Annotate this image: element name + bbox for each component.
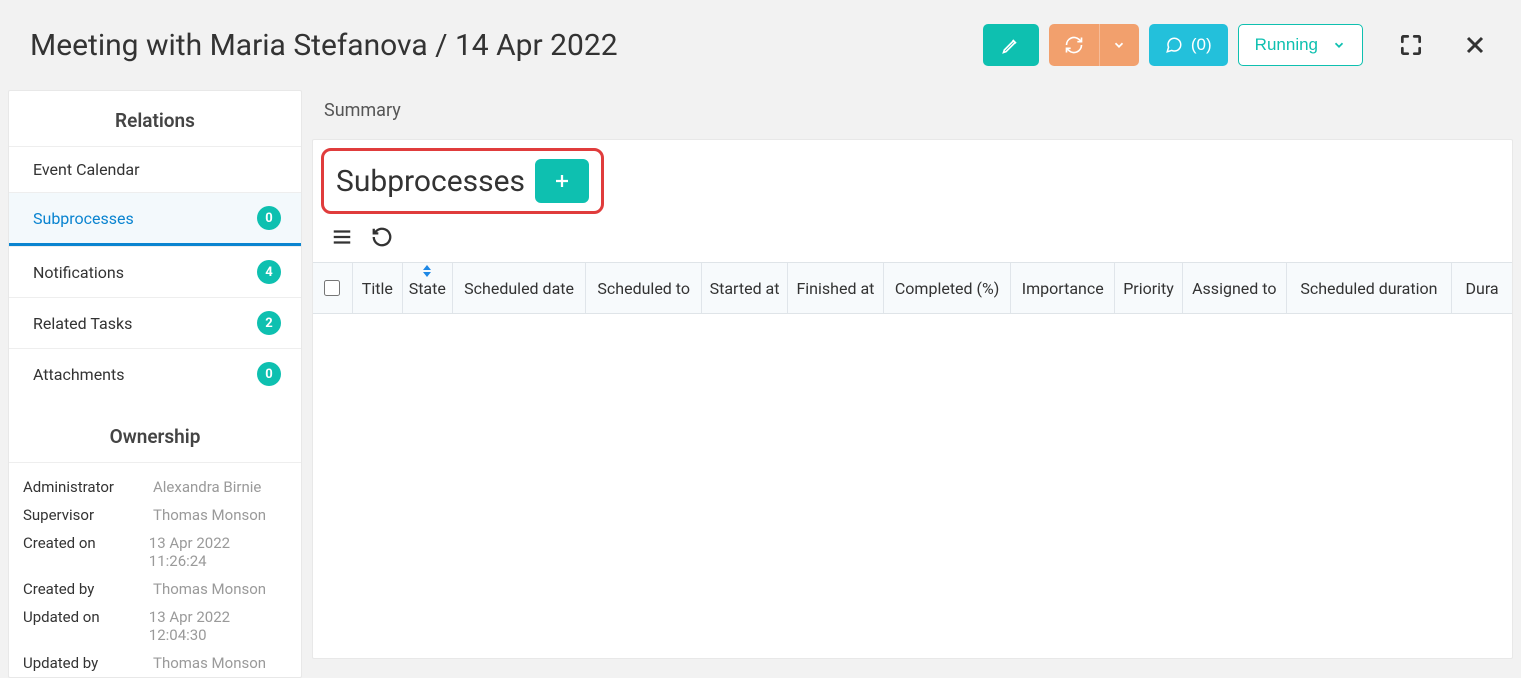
column-label: Finished at (796, 279, 874, 298)
ownership-value: Alexandra Birnie (153, 478, 261, 496)
column-header-started-at[interactable]: Started at (702, 263, 788, 313)
column-label: Scheduled duration (1300, 279, 1437, 298)
ownership-label: Updated on (23, 608, 149, 644)
column-header-importance[interactable]: Importance (1011, 263, 1115, 313)
ownership-row: Created by Thomas Monson (23, 575, 287, 603)
sidebar-item-label: Related Tasks (33, 314, 132, 333)
sidebar-item-notifications[interactable]: Notifications 4 (9, 246, 301, 297)
sort-indicator-icon (422, 265, 432, 277)
refresh-icon (371, 226, 393, 248)
fullscreen-button[interactable] (1395, 29, 1427, 61)
top-actions: (0) Running (983, 24, 1491, 66)
refresh-button[interactable] (371, 226, 393, 248)
column-header-scheduled-duration[interactable]: Scheduled duration (1287, 263, 1453, 313)
chevron-down-icon (1112, 38, 1126, 52)
grid-header: Title State Scheduled date Scheduled to … (313, 262, 1512, 314)
sidebar-item-related-tasks[interactable]: Related Tasks 2 (9, 297, 301, 348)
column-label: Dura (1466, 279, 1499, 298)
highlighted-section-header: Subprocesses (321, 148, 604, 214)
column-select-all[interactable] (313, 263, 353, 313)
ownership-value: Thomas Monson (153, 654, 266, 672)
ownership-value: Thomas Monson (153, 506, 266, 524)
grid-toolbar (313, 220, 1512, 262)
summary-label: Summary (312, 90, 1513, 139)
status-button[interactable]: Running (1238, 24, 1363, 66)
ownership-row: Updated by Thomas Monson (23, 649, 287, 677)
close-button[interactable] (1459, 29, 1491, 61)
sidebar-item-label: Subprocesses (33, 209, 134, 228)
subprocesses-card: Subprocesses (312, 139, 1513, 659)
workflow-button[interactable] (1049, 24, 1099, 66)
ownership-title: Ownership (9, 399, 301, 462)
column-header-scheduled-to[interactable]: Scheduled to (586, 263, 702, 313)
count-badge: 0 (257, 362, 281, 386)
sidebar-item-attachments[interactable]: Attachments 0 (9, 348, 301, 399)
ownership-label: Updated by (23, 654, 153, 672)
comments-count: (0) (1191, 35, 1212, 55)
column-label: Assigned to (1192, 279, 1276, 298)
ownership-label: Administrator (23, 478, 153, 496)
top-bar: Meeting with Maria Stefanova / 14 Apr 20… (0, 0, 1521, 90)
ownership-label: Supervisor (23, 506, 153, 524)
sidebar-item-label: Notifications (33, 263, 124, 282)
column-header-priority[interactable]: Priority (1115, 263, 1183, 313)
plus-icon (553, 172, 571, 190)
edit-button[interactable] (983, 24, 1039, 66)
sidebar-item-event-calendar[interactable]: Event Calendar (9, 146, 301, 192)
main-content: Summary Subprocesses (312, 90, 1513, 678)
page-title: Meeting with Maria Stefanova / 14 Apr 20… (30, 28, 618, 63)
relations-title: Relations (9, 91, 301, 146)
column-header-completed[interactable]: Completed (%) (884, 263, 1012, 313)
select-all-checkbox[interactable] (324, 280, 340, 296)
column-label: Started at (710, 279, 780, 298)
ownership-value: Thomas Monson (153, 580, 266, 598)
cycle-icon (1064, 35, 1084, 55)
column-header-scheduled-date[interactable]: Scheduled date (453, 263, 587, 313)
sidebar-item-label: Attachments (33, 365, 125, 384)
ownership-value: 13 Apr 2022 12:04:30 (149, 608, 287, 644)
ownership-row: Created on 13 Apr 2022 11:26:24 (23, 529, 287, 575)
column-label: Scheduled date (464, 279, 574, 298)
menu-button[interactable] (331, 226, 353, 248)
status-label: Running (1255, 35, 1318, 55)
ownership-value: 13 Apr 2022 11:26:24 (149, 534, 287, 570)
fullscreen-icon (1398, 32, 1424, 58)
count-badge: 2 (257, 311, 281, 335)
column-header-state[interactable]: State (403, 263, 453, 313)
ownership-row: Supervisor Thomas Monson (23, 501, 287, 529)
sidebar: Relations Event Calendar Subprocesses 0 … (8, 90, 302, 678)
column-label: Scheduled to (597, 279, 690, 298)
column-label: Priority (1123, 279, 1174, 298)
content-row: Relations Event Calendar Subprocesses 0 … (0, 90, 1521, 678)
column-header-title[interactable]: Title (353, 263, 403, 313)
workflow-button-group (1049, 24, 1139, 66)
column-label: State (409, 279, 446, 298)
workflow-dropdown-button[interactable] (1099, 24, 1139, 66)
ownership-label: Created on (23, 534, 149, 570)
ownership-label: Created by (23, 580, 153, 598)
comments-button[interactable]: (0) (1149, 24, 1228, 66)
column-label: Completed (%) (895, 279, 999, 298)
column-label: Importance (1022, 279, 1104, 298)
sidebar-item-label: Event Calendar (33, 160, 140, 179)
column-header-finished-at[interactable]: Finished at (788, 263, 884, 313)
ownership-row: Administrator Alexandra Birnie (23, 473, 287, 501)
pencil-icon (1001, 35, 1021, 55)
chevron-down-icon (1332, 38, 1346, 52)
column-header-duration[interactable]: Dura (1452, 263, 1512, 313)
close-icon (1463, 33, 1487, 57)
column-header-assigned-to[interactable]: Assigned to (1183, 263, 1287, 313)
count-badge: 4 (257, 260, 281, 284)
section-title: Subprocesses (336, 164, 525, 199)
ownership-section: Administrator Alexandra Birnie Superviso… (9, 462, 301, 677)
menu-icon (331, 226, 353, 248)
sidebar-item-subprocesses[interactable]: Subprocesses 0 (9, 192, 301, 246)
add-subprocess-button[interactable] (535, 159, 589, 203)
comment-icon (1165, 36, 1183, 54)
count-badge: 0 (257, 206, 281, 230)
ownership-row: Updated on 13 Apr 2022 12:04:30 (23, 603, 287, 649)
column-label: Title (362, 279, 393, 298)
